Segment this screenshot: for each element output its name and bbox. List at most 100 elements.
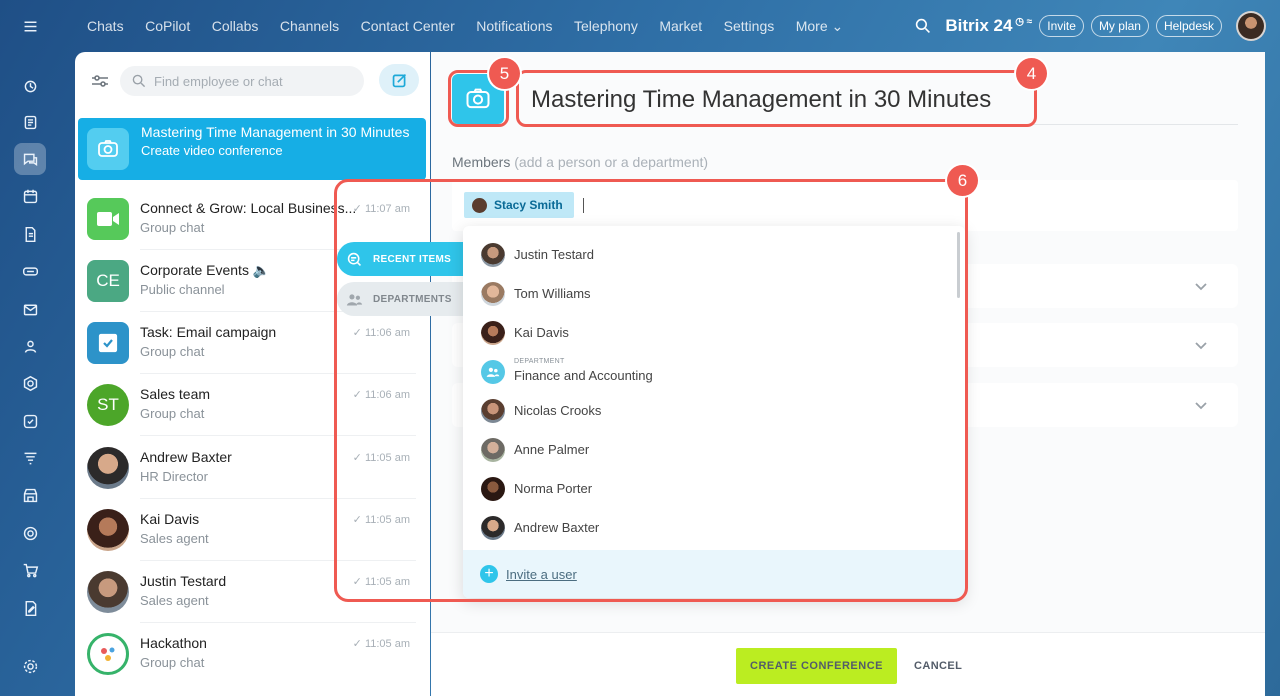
camera-icon [466, 88, 490, 109]
list-item[interactable]: Justin Testard [463, 235, 965, 274]
chat-time: ✓ 11:07 am [352, 203, 410, 215]
menu-icon[interactable] [14, 10, 46, 42]
chat-item[interactable]: ST Sales team Group chat ✓ 11:06 am [75, 374, 430, 436]
chat-title: Task: Email campaign [140, 324, 277, 340]
cancel-button[interactable]: CANCEL [914, 648, 962, 684]
list-item[interactable]: Andrew Baxter [463, 508, 965, 547]
chat-item[interactable]: Kai Davis Sales agent ✓ 11:05 am [75, 499, 430, 561]
avatar [481, 516, 505, 540]
list-item[interactable]: Norma Porter [463, 469, 965, 508]
list-item[interactable]: Tom Williams [463, 274, 965, 313]
activity-icon[interactable] [14, 70, 46, 102]
my-plan-button[interactable]: My plan [1090, 15, 1149, 37]
chat-item-conference[interactable]: Mastering Time Management in 30 Minutes … [78, 118, 426, 180]
chat-subtitle: Public channel [140, 282, 225, 297]
video-icon [87, 198, 129, 240]
members-input[interactable]: Stacy Smith [452, 180, 1238, 231]
member-chip-label: Stacy Smith [494, 198, 563, 212]
nav-settings[interactable]: Settings [724, 18, 775, 34]
drive-icon[interactable] [14, 255, 46, 287]
conference-title-input[interactable]: Mastering Time Management in 30 Minutes [531, 86, 991, 114]
chat-title: Sales team [140, 386, 211, 402]
people-icon [346, 294, 363, 306]
chats-icon[interactable] [14, 143, 46, 175]
feed-icon[interactable] [14, 106, 46, 138]
chat-title: Kai Davis [140, 511, 200, 527]
member-chip[interactable]: Stacy Smith [464, 192, 574, 218]
list-item-department[interactable]: DEPARTMENT Finance and Accounting [463, 352, 965, 391]
avatar [481, 321, 505, 345]
chat-item[interactable]: Andrew Baxter HR Director ✓ 11:05 am [75, 437, 430, 499]
nav-more[interactable]: More ⌄ [796, 18, 844, 35]
chat-subtitle: HR Director [140, 469, 208, 484]
employees-icon[interactable] [14, 330, 46, 362]
chevron-down-icon [1195, 342, 1207, 350]
nav-channels[interactable]: Channels [280, 18, 339, 34]
calendar-icon[interactable] [14, 180, 46, 212]
plus-icon: + [480, 565, 498, 583]
documents-icon[interactable] [14, 218, 46, 250]
nav-collabs[interactable]: Collabs [212, 18, 259, 34]
new-chat-button[interactable] [379, 64, 419, 96]
create-conference-button[interactable]: CREATE CONFERENCE [736, 648, 897, 684]
settings-gear-icon[interactable] [14, 650, 46, 682]
store-icon[interactable] [14, 479, 46, 511]
nav-copilot[interactable]: CoPilot [145, 18, 190, 34]
avatar [87, 571, 129, 613]
sign-icon[interactable] [14, 592, 46, 624]
nav-contact-center[interactable]: Contact Center [361, 18, 455, 34]
title-underline [521, 124, 1238, 125]
invite-button[interactable]: Invite [1039, 15, 1084, 37]
chat-search-input[interactable]: Find employee or chat [120, 66, 364, 96]
list-item-name: Finance and Accounting [514, 368, 653, 383]
filter-sliders-icon[interactable] [89, 70, 111, 92]
tab-departments[interactable]: DEPARTMENTS [337, 282, 463, 316]
chat-avatar: ST [87, 384, 129, 426]
invite-user-link[interactable]: Invite a user [506, 567, 577, 582]
nav-telephony[interactable]: Telephony [574, 18, 638, 34]
hackathon-icon [87, 633, 129, 675]
chat-title: Connect & Grow: Local Business... [140, 200, 357, 216]
compose-icon [392, 73, 406, 87]
list-item-name: Kai Davis [514, 325, 569, 340]
avatar [87, 509, 129, 551]
chat-item[interactable]: Connect & Grow: Local Business... Group … [75, 188, 430, 250]
list-item-name: Andrew Baxter [514, 520, 600, 535]
crm-icon[interactable] [14, 367, 46, 399]
list-item[interactable]: Nicolas Crooks [463, 391, 965, 430]
member-selector-popup: Justin Testard Tom Williams Kai Davis DE… [463, 226, 965, 598]
chat-subtitle: Group chat [140, 344, 205, 359]
chat-item[interactable]: Task: Email campaign Group chat ✓ 11:06 … [75, 312, 430, 374]
avatar [481, 438, 505, 462]
task-checkbox-icon [87, 322, 129, 364]
nav-notifications[interactable]: Notifications [476, 18, 552, 34]
search-placeholder: Find employee or chat [154, 73, 283, 89]
tasks-icon[interactable] [14, 405, 46, 437]
chat-subtitle: Sales agent [140, 531, 209, 546]
helpdesk-button[interactable]: Helpdesk [1155, 15, 1222, 37]
search-icon[interactable] [915, 18, 931, 34]
cart-icon[interactable] [14, 554, 46, 586]
invite-user-row[interactable]: + Invite a user [463, 550, 965, 598]
left-rail [0, 0, 60, 696]
chat-subtitle: Create video conference [141, 143, 283, 158]
avatar [481, 477, 505, 501]
list-item[interactable]: Kai Davis [463, 313, 965, 352]
chat-subtitle: Group chat [140, 406, 205, 421]
recent-icon [347, 252, 361, 266]
chat-time: ✓ 11:05 am [352, 514, 410, 526]
funnel-icon[interactable] [14, 442, 46, 474]
mail-icon[interactable] [14, 293, 46, 325]
user-avatar[interactable] [1236, 11, 1266, 41]
chat-item[interactable]: Hackathon Group chat ✓ 11:05 am [75, 623, 430, 685]
chat-subtitle: Group chat [140, 220, 205, 235]
target-icon[interactable] [14, 517, 46, 549]
nav-chats[interactable]: Chats [87, 18, 124, 34]
top-navigation: Chats CoPilot Collabs Channels Contact C… [87, 0, 865, 52]
chat-item[interactable]: Justin Testard Sales agent ✓ 11:05 am [75, 561, 430, 623]
list-item[interactable]: Anne Palmer [463, 430, 965, 469]
tab-recent-items[interactable]: RECENT ITEMS [337, 242, 463, 276]
camera-icon [87, 128, 129, 170]
chevron-down-icon [1195, 283, 1207, 291]
nav-market[interactable]: Market [659, 18, 702, 34]
